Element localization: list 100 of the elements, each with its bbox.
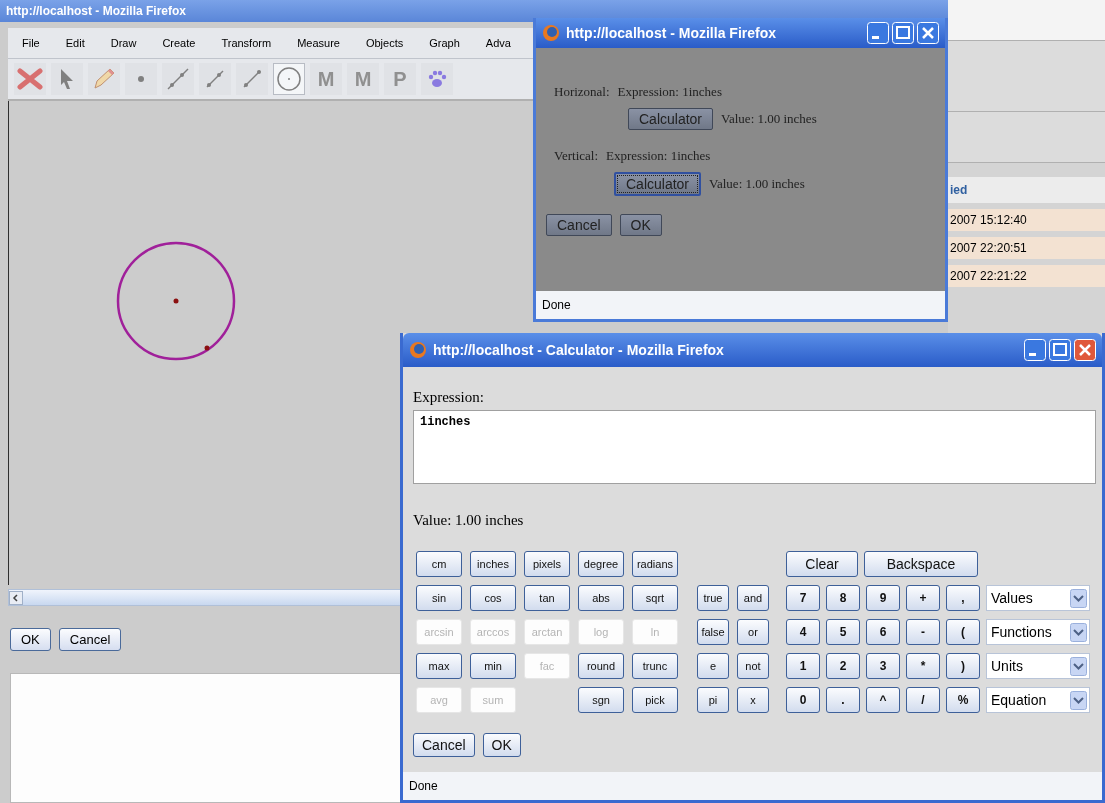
calculator-key[interactable]: pi	[697, 687, 729, 713]
calculator-key[interactable]: 3	[866, 653, 900, 679]
value-text: Value: 1.00 inches	[721, 111, 817, 127]
tool-button[interactable]	[421, 63, 453, 95]
calculator-key[interactable]: cos	[470, 585, 516, 611]
calculator-button[interactable]: Calculator	[614, 172, 702, 196]
calculator-key[interactable]: Backspace	[864, 551, 978, 577]
circle-icon	[276, 66, 302, 92]
menu-item[interactable]: Adva	[471, 37, 523, 49]
table-header: ied	[948, 177, 1105, 203]
calculator-key[interactable]: *	[906, 653, 940, 679]
menu-item[interactable]: Create	[148, 37, 208, 49]
expression-text: Expression: 1inches	[606, 148, 711, 164]
dialog-button[interactable]: Cancel	[58, 628, 122, 651]
tool-button[interactable]	[14, 63, 46, 95]
menu-item[interactable]: Measure	[283, 37, 352, 49]
tool-button[interactable]	[162, 63, 194, 95]
segment-icon	[204, 68, 226, 90]
scroll-left-icon[interactable]	[9, 590, 23, 605]
calculator-key[interactable]: (	[946, 619, 980, 645]
maximize-icon[interactable]	[892, 22, 914, 44]
calculator-key[interactable]: trunc	[632, 653, 678, 679]
calculator-key[interactable]: degree	[578, 551, 624, 577]
tool-button[interactable]	[88, 63, 120, 95]
calculator-key[interactable]: not	[737, 653, 769, 679]
calculator-key[interactable]: inches	[470, 551, 516, 577]
expression-field[interactable]: 1inches	[413, 410, 1096, 484]
tool-button[interactable]	[273, 63, 305, 95]
globe-icon	[542, 24, 560, 42]
calculator-key[interactable]: ^	[866, 687, 900, 713]
tool-button[interactable]	[125, 63, 157, 95]
window-title: http://localhost - Mozilla Firefox	[6, 4, 186, 18]
minimize-icon[interactable]	[867, 22, 889, 44]
minimize-icon[interactable]	[1024, 339, 1046, 361]
calculator-key[interactable]: x	[737, 687, 769, 713]
calculator-key[interactable]: or	[737, 619, 769, 645]
status-text: Done	[409, 779, 438, 793]
calculator-key[interactable]: e	[697, 653, 729, 679]
menu-item[interactable]: Draw	[96, 37, 149, 49]
menu-item[interactable]: Objects	[351, 37, 416, 49]
calculator-key[interactable]: sin	[416, 585, 462, 611]
calculator-key[interactable]: )	[946, 653, 980, 679]
calculator-key[interactable]: 6	[866, 619, 900, 645]
tool-button[interactable]	[199, 63, 231, 95]
calculator-key[interactable]: cm	[416, 551, 462, 577]
dropdown[interactable]: Equation	[986, 687, 1090, 713]
calculator-key[interactable]: ,	[946, 585, 980, 611]
globe-icon	[409, 341, 427, 359]
calculator-key[interactable]: +	[906, 585, 940, 611]
calculator-key[interactable]: 4	[786, 619, 820, 645]
calculator-key[interactable]: tan	[524, 585, 570, 611]
calculator-key[interactable]: -	[906, 619, 940, 645]
calculator-key[interactable]: 1	[786, 653, 820, 679]
tool-button[interactable]	[236, 63, 268, 95]
table-cell: 2007 22:20:51	[948, 237, 1105, 259]
calculator-key[interactable]: .	[826, 687, 860, 713]
expression-text: Expression: 1inches	[617, 84, 722, 100]
calculator-key[interactable]: pick	[632, 687, 678, 713]
calculator-key[interactable]: /	[906, 687, 940, 713]
axis-label: Horizonal:	[554, 84, 610, 100]
dialog-button[interactable]: OK	[10, 628, 51, 651]
dialog-button[interactable]: Cancel	[546, 214, 612, 236]
dropdown[interactable]: Functions	[986, 619, 1090, 645]
maximize-icon[interactable]	[1049, 339, 1071, 361]
calculator-key[interactable]: 0	[786, 687, 820, 713]
calculator-key[interactable]: pixels	[524, 551, 570, 577]
calculator-key[interactable]: Clear	[786, 551, 858, 577]
pointer-icon	[59, 68, 75, 90]
calculator-key[interactable]: 5	[826, 619, 860, 645]
close-icon[interactable]	[917, 22, 939, 44]
calculator-button[interactable]: Calculator	[628, 108, 714, 130]
axis-label: Vertical:	[554, 148, 599, 164]
cross-icon	[17, 68, 43, 90]
menu-item[interactable]: File	[8, 37, 52, 49]
menu-item[interactable]: Edit	[51, 37, 97, 49]
calculator-key[interactable]: radians	[632, 551, 678, 577]
dialog-button[interactable]: Cancel	[413, 733, 475, 757]
calculator-key[interactable]: min	[470, 653, 516, 679]
menu-item[interactable]: Graph	[415, 37, 472, 49]
dropdown[interactable]: Units	[986, 653, 1090, 679]
dialog-button[interactable]: OK	[482, 733, 521, 757]
calculator-key[interactable]: 7	[786, 585, 820, 611]
close-icon[interactable]	[1074, 339, 1096, 361]
tool-button[interactable]	[51, 63, 83, 95]
calculator-key[interactable]: max	[416, 653, 462, 679]
calculator-key[interactable]: 2	[826, 653, 860, 679]
calculator-key[interactable]: and	[737, 585, 769, 611]
calculator-key[interactable]: 9	[866, 585, 900, 611]
dialog-button[interactable]: OK	[619, 214, 662, 236]
menu-item[interactable]: Transform	[207, 37, 284, 49]
calculator-key[interactable]: sgn	[578, 687, 624, 713]
segment-icon	[167, 68, 189, 90]
calculator-key[interactable]: round	[578, 653, 624, 679]
calculator-key[interactable]: sqrt	[632, 585, 678, 611]
calculator-key[interactable]: abs	[578, 585, 624, 611]
calculator-key[interactable]: true	[697, 585, 729, 611]
dropdown[interactable]: Values	[986, 585, 1090, 611]
calculator-key[interactable]: %	[946, 687, 980, 713]
calculator-key[interactable]: false	[697, 619, 729, 645]
calculator-key[interactable]: 8	[826, 585, 860, 611]
